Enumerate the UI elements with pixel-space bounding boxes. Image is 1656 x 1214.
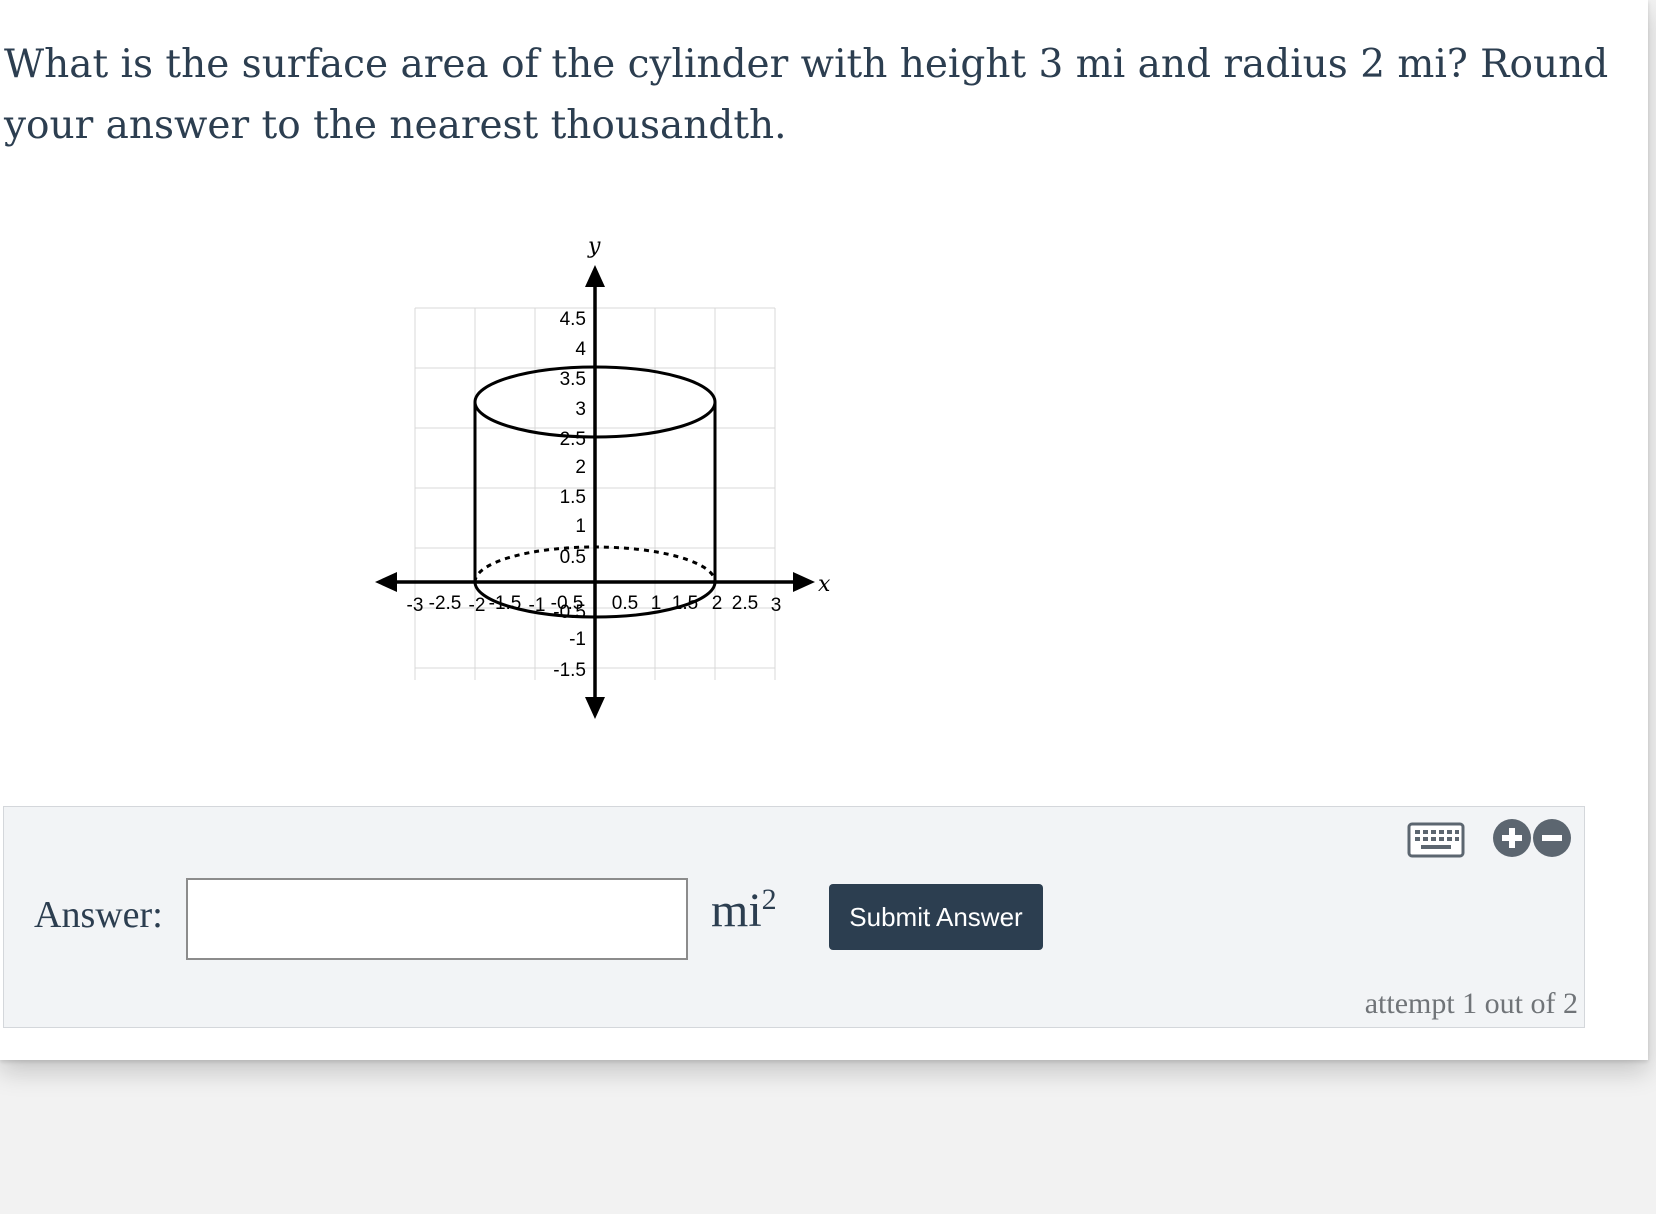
y-tick-label: 0.5: [560, 547, 586, 568]
answer-input[interactable]: [186, 878, 688, 960]
x-tick-label: 0.5: [612, 593, 638, 614]
y-tick-label: 1.5: [560, 487, 586, 508]
x-tick-label: -1: [529, 595, 546, 616]
attempt-counter: attempt 1 out of 2: [1364, 987, 1578, 1020]
x-tick-label: -3: [407, 595, 424, 616]
y-tick-label: -1: [569, 629, 586, 650]
y-tick-label: 2.5: [560, 429, 586, 450]
y-tick-label: 4.5: [560, 309, 586, 330]
y-axis: [585, 265, 605, 719]
plus-circle-icon[interactable]: [1492, 818, 1532, 858]
y-tick-labels: 4.5 4 3.5 3 2.5 2 1.5 1 0.5 -0.5 -1 -1.5: [553, 309, 586, 681]
x-tick-label: 2.5: [732, 593, 758, 614]
answer-label: Answer:: [34, 894, 163, 936]
unit-text: mi: [711, 884, 762, 937]
y-tick-label: -1.5: [553, 660, 586, 681]
x-axis-label: x: [818, 572, 831, 597]
minus-circle-icon[interactable]: [1532, 818, 1572, 858]
x-tick-label: 1.5: [672, 593, 698, 614]
x-tick-label: 3: [771, 595, 782, 616]
x-tick-label: -2: [469, 595, 486, 616]
x-tick-label: -2.5: [429, 593, 462, 614]
submit-answer-button[interactable]: Submit Answer: [829, 884, 1043, 950]
keyboard-icon[interactable]: [1407, 822, 1465, 858]
question-text: What is the surface area of the cylinder…: [4, 42, 1609, 148]
unit-exponent: 2: [761, 883, 777, 916]
y-tick-label: 1: [575, 516, 586, 537]
y-tick-label: 3: [575, 399, 586, 420]
x-tick-label: -0.5: [551, 593, 584, 614]
question-card: What is the surface area of the cylinder…: [0, 0, 1648, 1060]
unit-label: mi2: [711, 881, 777, 941]
x-tick-label: -1.5: [489, 593, 522, 614]
answer-panel: Answer: mi2 Submit Answer attempt 1 out …: [3, 806, 1585, 1028]
x-tick-label: 1: [651, 593, 662, 614]
y-tick-label: 2: [575, 457, 586, 478]
x-tick-label: 2: [712, 593, 723, 614]
cylinder-graph: y x 4.5 4 3.5 3 2.5 2 1.5 1 0.5 -0.5 -1 …: [375, 234, 831, 719]
y-tick-label: 4: [575, 339, 586, 360]
y-axis-label: y: [587, 234, 601, 259]
y-tick-label: 3.5: [560, 369, 586, 390]
